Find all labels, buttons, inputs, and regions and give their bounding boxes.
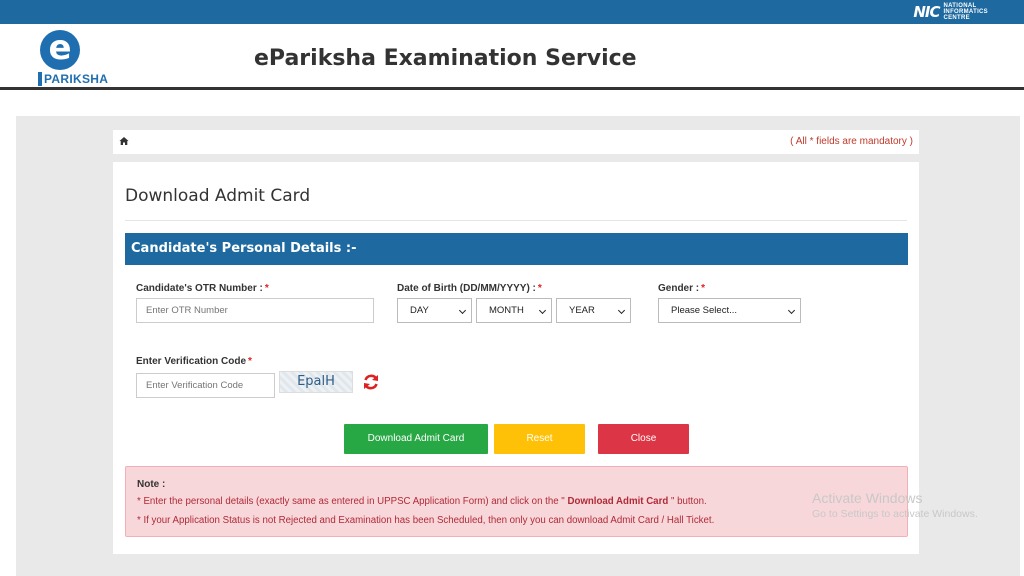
gender-label: Gender : * (658, 283, 706, 294)
site-title: ePariksha Examination Service (254, 46, 637, 71)
logo-text: PARIKSHA (38, 72, 108, 86)
chevron-down-icon (458, 306, 467, 315)
verification-code-input[interactable] (136, 373, 275, 398)
nic-text: NATIONAL INFORMATICS CENTRE (943, 3, 988, 21)
dob-month-select[interactable]: MONTH (476, 298, 552, 323)
section-header: Candidate's Personal Details :- (125, 233, 908, 265)
dob-label: Date of Birth (DD/MM/YYYY) : * (397, 283, 542, 294)
top-bar: NIC NATIONAL INFORMATICS CENTRE (0, 0, 1024, 24)
epariksha-logo[interactable]: e PARIKSHA (38, 30, 108, 90)
windows-activation-watermark: Activate Windows Go to Settings to activ… (812, 490, 978, 520)
admit-card-panel: Download Admit Card Candidate's Personal… (113, 162, 919, 554)
note-heading: Note : (137, 479, 166, 490)
dob-year-select[interactable]: YEAR (556, 298, 631, 323)
breadcrumb: ( All * fields are mandatory ) (113, 130, 919, 154)
dob-day-select[interactable]: DAY (397, 298, 472, 323)
gender-select[interactable]: Please Select... (658, 298, 801, 323)
divider (125, 220, 907, 221)
captcha-image: EpalH (279, 371, 353, 393)
chevron-down-icon (787, 306, 796, 315)
otr-number-input[interactable] (136, 298, 374, 323)
note-line-2: * If your Application Status is not Reje… (137, 515, 715, 526)
refresh-captcha-icon[interactable] (361, 372, 381, 392)
verification-label: Enter Verification Code * (136, 356, 252, 367)
site-header: e PARIKSHA ePariksha Examination Service (0, 24, 1024, 90)
chevron-down-icon (538, 306, 547, 315)
home-icon[interactable] (119, 136, 129, 146)
note-box: Note : * Enter the personal details (exa… (125, 466, 908, 537)
reset-button[interactable]: Reset (494, 424, 585, 454)
download-admit-card-button[interactable]: Download Admit Card (344, 424, 488, 454)
chevron-down-icon (617, 306, 626, 315)
nic-mark: NIC (913, 3, 940, 21)
nic-logo: NIC NATIONAL INFORMATICS CENTRE (913, 3, 988, 21)
otr-label: Candidate's OTR Number : * (136, 283, 269, 294)
note-line-1: * Enter the personal details (exactly sa… (137, 496, 707, 507)
mandatory-note: ( All * fields are mandatory ) (790, 136, 913, 147)
page-title: Download Admit Card (125, 186, 311, 206)
close-button[interactable]: Close (598, 424, 689, 454)
logo-letter: e (40, 30, 80, 70)
